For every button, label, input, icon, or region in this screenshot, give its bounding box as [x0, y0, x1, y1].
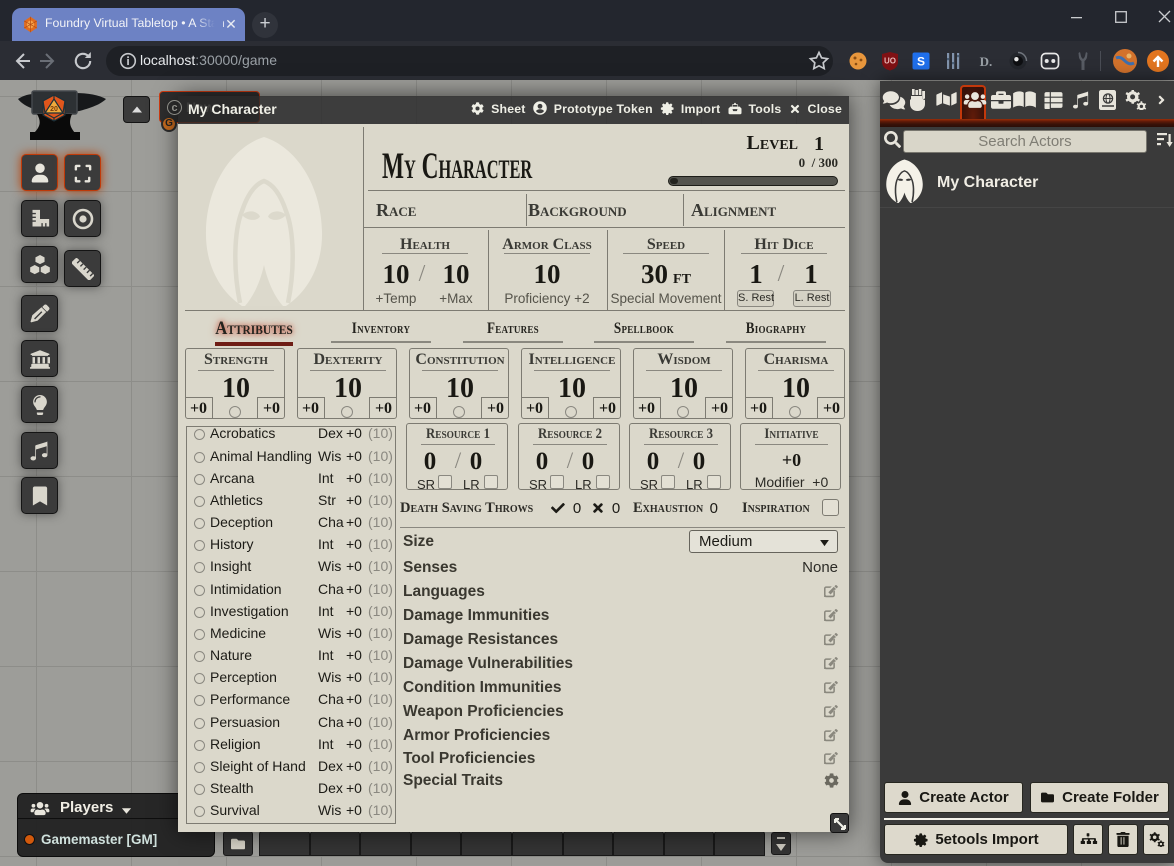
- svg-text:UO: UO: [884, 57, 896, 66]
- svg-text:S: S: [917, 55, 925, 69]
- svg-text:20: 20: [50, 106, 58, 113]
- svg-text:D.: D.: [980, 54, 993, 69]
